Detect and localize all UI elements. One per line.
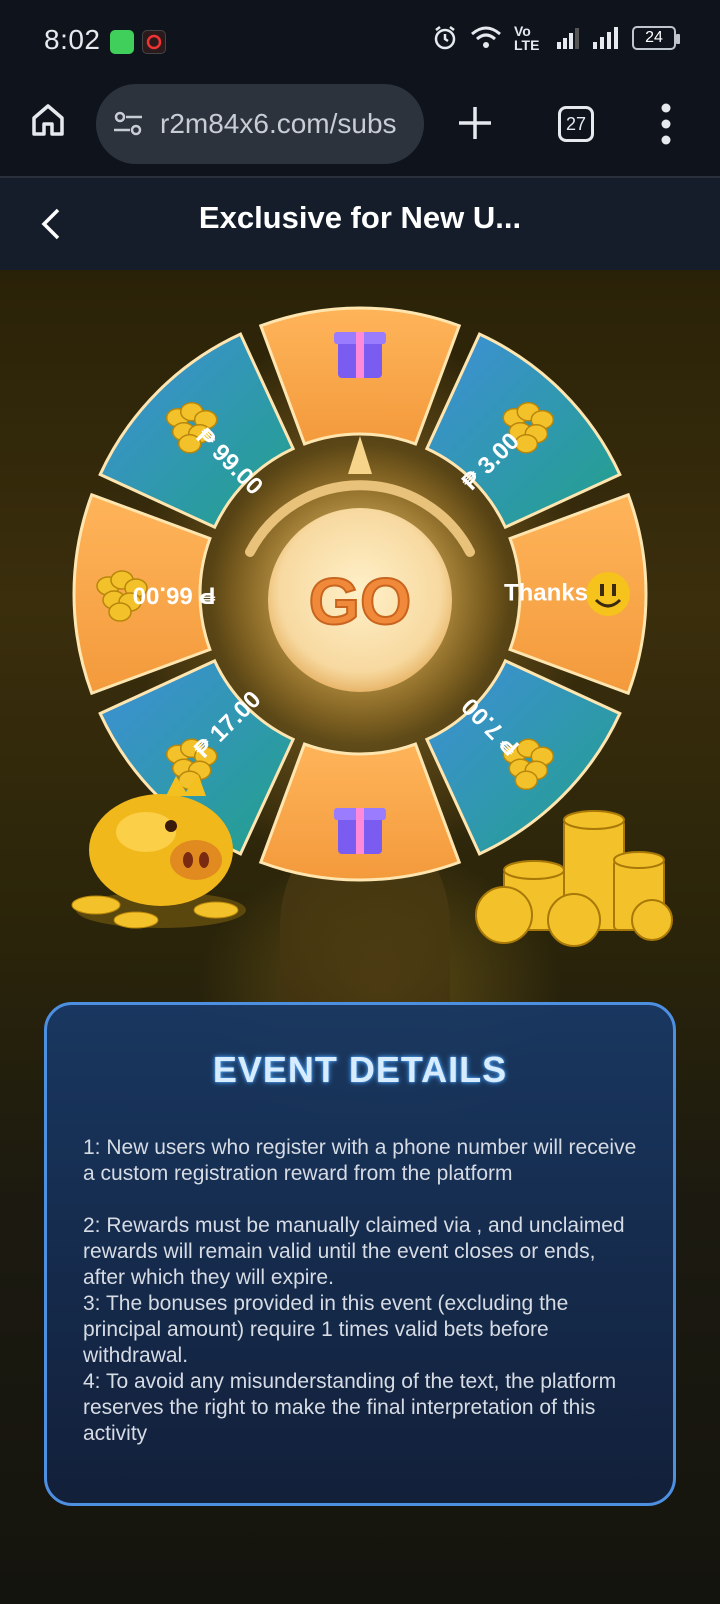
go-button[interactable]: GO — [268, 508, 452, 692]
event-rule-1: 1: New users who register with a phone n… — [83, 1136, 637, 1185]
wheel-segment-label: ₱ 66.00 — [133, 582, 216, 609]
more-menu-icon[interactable] — [660, 102, 672, 146]
home-icon[interactable] — [28, 100, 68, 140]
url-bar[interactable]: r2m84x6.com/subs — [96, 84, 424, 164]
gift-box-icon — [334, 808, 386, 854]
go-button-label: GO — [309, 564, 412, 638]
tab-switcher-button[interactable]: 27 — [558, 106, 594, 142]
event-rule-3: 3: The bonuses provided in this event (e… — [83, 1292, 569, 1367]
new-tab-icon[interactable] — [456, 104, 494, 142]
wheel-segment-label: Thanks — [504, 579, 588, 606]
page-title: Exclusive for New U... — [198, 200, 522, 235]
piggy-bank-decoration — [71, 774, 246, 929]
notification-app-icon — [142, 30, 166, 54]
event-rule-4: 4: To avoid any misunderstanding of the … — [83, 1370, 617, 1445]
battery-indicator: 24 — [632, 26, 680, 50]
signal-icon-1 — [557, 28, 579, 49]
alarm-icon — [434, 26, 456, 50]
status-time: 8:02 — [44, 24, 101, 55]
site-settings-icon[interactable] — [112, 108, 144, 140]
coin-stack-decoration — [475, 810, 673, 947]
browser-toolbar: r2m84x6.com/subs 27 — [0, 84, 720, 178]
smile-emoji-icon — [586, 572, 630, 616]
event-scene: ₱ 3.00 Thanks ₱ 7.00 ₱ 17.00 ₱ 66.00 ₱ 99.00 … — [0, 270, 720, 1604]
page-header: Exclusive for New U... — [0, 178, 720, 270]
event-details-panel: EVENT DETAILS 1: New users who register … — [44, 1002, 676, 1506]
status-bar: 8:02 Vo LTE 24 — [0, 0, 720, 84]
event-details-title: EVENT DETAILS — [212, 1049, 508, 1090]
messages-app-icon — [110, 30, 134, 54]
event-rule-2: 2: Rewards must be manually claimed via … — [83, 1214, 625, 1289]
url-text: r2m84x6.com/subs — [160, 108, 397, 139]
network-type: Vo LTE — [514, 23, 540, 53]
wifi-icon — [471, 26, 501, 48]
signal-icon-2 — [593, 27, 618, 49]
gift-box-icon — [334, 332, 386, 378]
back-arrow-icon[interactable] — [38, 206, 64, 242]
